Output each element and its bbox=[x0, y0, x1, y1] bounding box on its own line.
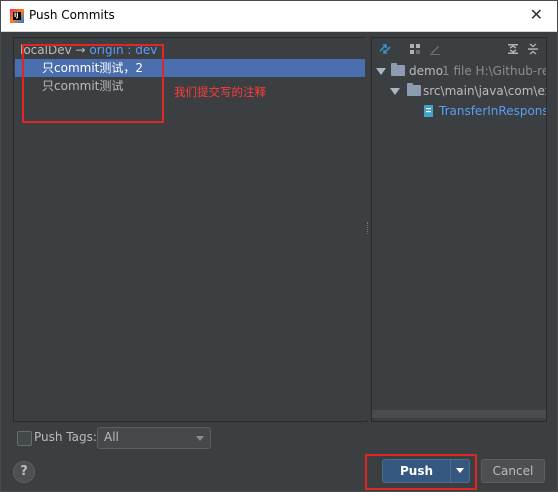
intellij-logo-icon: IJ bbox=[10, 9, 24, 23]
group-by-icon[interactable] bbox=[408, 42, 422, 56]
changes-toolbar bbox=[372, 38, 546, 60]
chevron-down-icon[interactable] bbox=[376, 68, 386, 75]
changes-panel: demo 1 file H:\Github-repo src\main\java… bbox=[371, 37, 547, 422]
help-button[interactable]: ? bbox=[13, 461, 35, 483]
folder-icon bbox=[407, 83, 421, 96]
close-icon[interactable]: ✕ bbox=[530, 5, 543, 24]
path-name: src\main\java\com\exam bbox=[423, 84, 546, 98]
push-button[interactable]: Push bbox=[382, 459, 451, 483]
window-title: Push Commits bbox=[29, 8, 115, 22]
java-class-file-icon bbox=[424, 105, 433, 117]
collapse-all-icon[interactable] bbox=[526, 42, 540, 56]
horizontal-scrollbar[interactable] bbox=[372, 410, 546, 418]
expand-all-icon[interactable] bbox=[506, 42, 520, 56]
module-name: demo bbox=[409, 64, 444, 78]
push-commits-dialog: IJ Push Commits ✕ localDev → origin : de… bbox=[0, 0, 558, 492]
push-tags-label: Push Tags: bbox=[34, 430, 97, 444]
module-folder-icon bbox=[391, 63, 405, 76]
edit-icon[interactable] bbox=[428, 42, 442, 56]
annotation-text: 我们提交写的注释 bbox=[174, 85, 266, 99]
annotation-highlight-box bbox=[22, 44, 164, 123]
chevron-down-icon bbox=[196, 436, 204, 441]
push-tags-checkbox[interactable] bbox=[17, 431, 32, 446]
file-name: TransferInResponse.ja bbox=[439, 104, 546, 118]
cancel-button[interactable]: Cancel bbox=[481, 459, 545, 483]
push-dropdown-button[interactable] bbox=[450, 459, 470, 483]
module-info: 1 file H:\Github-repo bbox=[442, 64, 546, 78]
chevron-down-icon[interactable] bbox=[390, 88, 400, 95]
sync-arrows-icon[interactable] bbox=[378, 42, 392, 56]
tags-select[interactable]: All bbox=[97, 427, 211, 449]
title-bar: IJ Push Commits ✕ bbox=[1, 1, 557, 32]
tags-select-value: All bbox=[104, 430, 119, 444]
